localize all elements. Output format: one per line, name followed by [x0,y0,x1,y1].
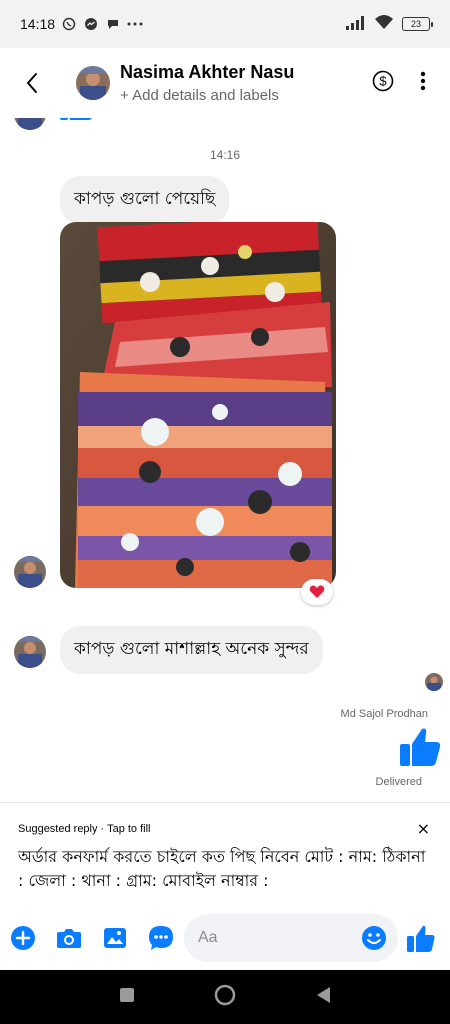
triangle-back-icon [316,987,330,1003]
voice-chat-button[interactable] [138,906,184,970]
emoji-button[interactable] [360,924,388,952]
delivery-status: Delivered [375,776,422,788]
plus-icon [11,926,35,950]
payment-button[interactable]: $ [372,70,394,96]
close-icon[interactable]: × [417,819,430,838]
status-time: 14:18 [20,16,56,32]
sent-like-message[interactable] [398,726,442,774]
gallery-icon [104,928,126,948]
message-bubble[interactable]: কাপড় গুলো পেয়েছি [60,176,230,224]
camera-button[interactable] [46,906,92,970]
more-actions-button[interactable] [0,906,46,970]
emoji-icon [362,926,386,950]
thumbs-up-icon [407,925,435,952]
svg-text:$: $ [379,74,387,89]
chat-bubble-icon [149,926,173,950]
signal-icon [346,15,366,34]
photo-message[interactable] [60,222,336,588]
contact-name[interactable]: Nasima Akhter Nasu [120,62,294,83]
send-like-button[interactable] [406,924,436,954]
battery-icon: 23 [402,17,433,31]
contact-avatar-small[interactable] [14,636,46,668]
sender-name: Md Sajol Prodhan [340,708,428,720]
circle-icon [214,984,236,1006]
more-dots-icon [127,16,143,32]
whatsapp-icon [61,16,77,32]
back-button[interactable] [0,48,64,118]
home-button[interactable] [214,984,236,1010]
system-navigation-bar [0,970,450,1024]
message-bubble[interactable]: কাপড় গুলো মাশাল্লাহ অনেক সুন্দর [60,626,323,674]
contact-avatar[interactable] [76,66,110,100]
back-arrow-icon [26,73,37,93]
messenger-icon [83,16,99,32]
thumbs-up-icon [58,118,98,134]
thumbs-up-icon [400,728,441,766]
conversation-header: Nasima Akhter Nasu + Add details and lab… [0,48,450,118]
square-icon [120,988,135,1002]
dollar-icon: $ [372,70,394,92]
chat-icon [105,16,121,32]
read-receipt-avatar [425,673,443,691]
vertical-dots-icon [420,71,426,91]
contact-avatar-small [14,118,46,130]
heart-reaction[interactable] [301,579,333,605]
contact-avatar-small[interactable] [14,556,46,588]
wifi-icon [374,14,394,34]
suggested-reply-label: Suggested reply · Tap to fill [18,823,151,835]
add-details-link[interactable]: + Add details and labels [120,87,294,104]
heart-icon [309,585,325,598]
message-timestamp: 14:16 [209,148,241,162]
gallery-button[interactable] [92,906,138,970]
message-list[interactable]: 14:16 কাপড় গুলো পেয়েছি কাপড় গুলো মাশা… [0,118,450,802]
suggested-reply-text[interactable]: অর্ডার কনফার্ম করতে চাইলে কত পিছ নিবেন ম… [18,845,428,893]
message-composer [0,906,450,970]
suggested-reply-panel[interactable]: Suggested reply · Tap to fill × অর্ডার ক… [0,802,450,906]
back-nav-button[interactable] [315,986,331,1008]
recents-button[interactable] [119,987,135,1007]
more-options-button[interactable] [420,71,426,95]
status-bar: 14:18 23 [0,0,450,48]
camera-icon [57,929,81,948]
